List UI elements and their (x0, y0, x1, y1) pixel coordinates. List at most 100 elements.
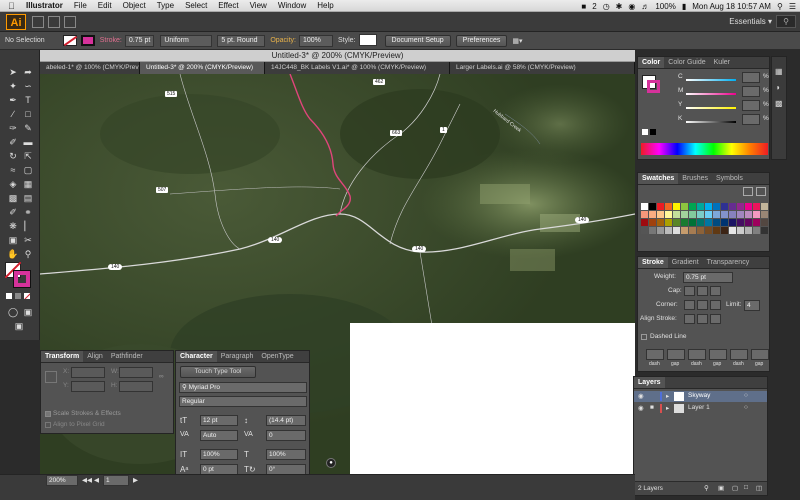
spotlight-icon[interactable]: ⚲ (777, 2, 783, 11)
swatch-chip[interactable] (753, 211, 760, 218)
swatch-chip[interactable] (729, 227, 736, 234)
zoom-tool-icon[interactable]: ⚲ (21, 248, 35, 260)
channel-m-field[interactable] (742, 86, 760, 97)
swatch-chip[interactable] (737, 227, 744, 234)
swatch-chip[interactable] (649, 203, 656, 210)
graphic-style-swatch[interactable] (358, 33, 377, 48)
swatch-chip[interactable] (713, 211, 720, 218)
menu-app-name[interactable]: Illustrator (26, 1, 63, 10)
tab-brushes[interactable]: Brushes (678, 173, 712, 184)
tab-document-2[interactable]: Untitled-3* @ 200% (CMYK/Preview) (140, 62, 265, 74)
limit-field[interactable]: 4 (744, 300, 760, 311)
perspective-grid-tool-icon[interactable]: ▦ (21, 178, 35, 190)
timemachine-icon[interactable]: ◷ (603, 2, 610, 11)
layer-name[interactable]: Layer 1 (688, 404, 710, 411)
rectangle-tool-icon[interactable]: □ (21, 108, 35, 120)
visibility-eye-icon[interactable]: ◉ (638, 404, 644, 412)
swatch-chip[interactable] (681, 211, 688, 218)
swatch-chip[interactable] (713, 219, 720, 226)
channel-c-field[interactable] (742, 72, 760, 83)
swatch-chip[interactable] (681, 219, 688, 226)
notification-center-icon[interactable]: ☰ (789, 2, 796, 11)
swatch-chip[interactable] (649, 227, 656, 234)
channel-c-slider[interactable] (686, 79, 736, 81)
width-tool-icon[interactable]: ≈ (6, 164, 20, 176)
magic-wand-tool-icon[interactable]: ✦ (6, 80, 20, 92)
gap-field-2[interactable] (709, 349, 727, 360)
volume-icon[interactable]: ♬ (641, 2, 649, 11)
swatch-chip[interactable] (745, 227, 752, 234)
miter-join-icon[interactable] (684, 300, 695, 310)
swatch-chip[interactable] (761, 219, 768, 226)
zoom-select[interactable]: 200% (46, 475, 78, 486)
swatch-chip[interactable] (657, 203, 664, 210)
swatch-chip[interactable] (649, 211, 656, 218)
stroke-color-swatch[interactable] (62, 35, 77, 46)
tab-transform[interactable]: Transform (41, 351, 84, 362)
swatch-chip[interactable] (745, 211, 752, 218)
delete-layer-icon[interactable]: ◫ (756, 484, 762, 492)
swatch-chip[interactable] (761, 203, 768, 210)
swatch-chip[interactable] (753, 219, 760, 226)
swatch-chip[interactable] (681, 203, 688, 210)
menu-file[interactable]: File (74, 1, 87, 10)
kerning-field[interactable]: Auto (200, 430, 238, 441)
swatch-chip[interactable] (665, 211, 672, 218)
stroke-weight-field[interactable]: 0.75 pt (683, 272, 733, 283)
swatch-chip[interactable] (745, 219, 752, 226)
draw-mode-icon[interactable]: ◯ (6, 306, 20, 318)
swatch-chip[interactable] (657, 211, 664, 218)
swatch-chip[interactable] (705, 203, 712, 210)
eraser-tool-icon[interactable]: ▬ (21, 136, 35, 148)
color-stroke-swatch[interactable] (647, 80, 660, 93)
swatch-chip[interactable] (657, 227, 664, 234)
swatch-chip[interactable] (697, 219, 704, 226)
round-cap-icon[interactable] (697, 286, 708, 296)
new-layer-icon[interactable]: □ (744, 484, 748, 491)
selection-tool-icon[interactable]: ➤ (6, 66, 20, 78)
target-circle-icon[interactable]: ○ (744, 392, 748, 399)
swatch-chip[interactable] (737, 219, 744, 226)
tab-color[interactable]: Color (638, 57, 665, 68)
artboard-number-field[interactable]: 1 (103, 475, 129, 486)
first-artboard-icon[interactable]: ◀◀ (82, 476, 92, 484)
dash-field-3[interactable] (730, 349, 748, 360)
color-mode-icon[interactable] (6, 293, 12, 299)
swatch-chip[interactable] (665, 219, 672, 226)
gap-field-1[interactable] (667, 349, 685, 360)
w-field[interactable] (119, 367, 153, 378)
swatch-chip[interactable] (673, 203, 680, 210)
expand-arrow-icon[interactable]: ▸ (666, 404, 669, 412)
color-spectrum[interactable] (641, 143, 768, 155)
swatch-chip[interactable] (753, 203, 760, 210)
dashed-line-checkbox[interactable] (641, 334, 647, 340)
butt-cap-icon[interactable] (684, 286, 695, 296)
swatch-chip[interactable] (737, 203, 744, 210)
swatch-chip[interactable] (673, 227, 680, 234)
menu-window[interactable]: Window (278, 1, 306, 10)
swatch-grid[interactable] (641, 203, 768, 247)
swatch-chip[interactable] (721, 203, 728, 210)
battery-icon[interactable]: ▮ (682, 2, 686, 11)
tab-document-4[interactable]: Larger Labels.ai @ 58% (CMYK/Preview) (450, 62, 635, 74)
scale-tool-icon[interactable]: ⇱ (21, 150, 35, 162)
next-artboard-icon[interactable]: ▶ (133, 476, 138, 484)
gap-field-3[interactable] (751, 349, 769, 360)
swatch-chip[interactable] (737, 211, 744, 218)
white-artboard[interactable] (350, 323, 635, 474)
tab-document-3[interactable]: 14JC448_BK Labels V1.ai* @ 100% (CMYK/Pr… (265, 62, 450, 74)
channel-m-slider[interactable] (686, 93, 736, 95)
swatch-chip[interactable] (657, 219, 664, 226)
swatch-chip[interactable] (641, 203, 648, 210)
tab-kuler[interactable]: Kuler (710, 57, 734, 68)
bluetooth-icon[interactable]: ✱ (616, 2, 623, 11)
search-icon[interactable]: ⚲ (776, 15, 796, 28)
swatch-chip[interactable] (689, 211, 696, 218)
clipping-mask-icon[interactable]: ▣ (718, 484, 724, 492)
projecting-cap-icon[interactable] (710, 286, 721, 296)
layer-row-skyway[interactable]: ◉ ▸ Skyway ○ (634, 391, 767, 402)
list-view-icon[interactable] (743, 187, 753, 196)
font-size-field[interactable]: 12 pt (200, 415, 238, 426)
tab-layers[interactable]: Layers (634, 377, 665, 388)
tab-align[interactable]: Align (83, 351, 107, 362)
